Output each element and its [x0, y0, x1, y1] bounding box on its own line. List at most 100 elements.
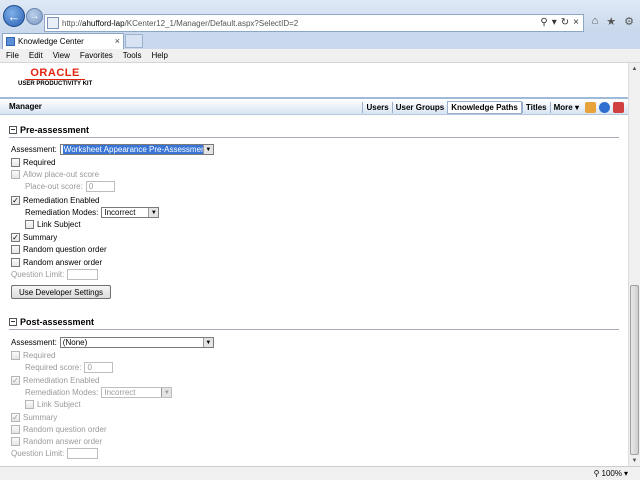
pre-remediation-row[interactable]: ✓ Remediation Enabled — [11, 196, 100, 205]
page-content: ORACLE USER PRODUCTIVITY KIT Manager Use… — [0, 63, 628, 466]
zoom-control[interactable]: ⚲ 100% ▾ — [594, 469, 628, 478]
post-remediation-modes-select[interactable]: Incorrect ▼ — [101, 387, 173, 398]
pre-assessment-select[interactable]: Worksheet Appearance Pre-Assessment ▼ — [59, 144, 214, 155]
post-remediation-modes-row: Remediation Modes: Incorrect ▼ — [25, 387, 173, 398]
pre-placeout-score-row: Place-out score: 0 — [25, 181, 115, 192]
pre-required-row[interactable]: Required — [11, 158, 55, 167]
collapse-icon[interactable]: – — [9, 126, 17, 134]
dropdown-icon[interactable]: ▾ — [552, 17, 557, 28]
pre-link-subject-row[interactable]: Link Subject — [25, 220, 81, 229]
nav-titles[interactable]: Titles — [521, 102, 550, 113]
favicon-icon — [6, 37, 15, 46]
settings-gear-icon[interactable]: ⚙ — [624, 15, 634, 28]
search-icon[interactable]: ⚲ — [540, 17, 547, 28]
pre-random-answer-row[interactable]: Random answer order — [11, 258, 102, 267]
collapse-icon[interactable]: – — [9, 318, 17, 326]
browser-toolbar: ← → http://ahufford-lap/KCenter12_1/Mana… — [0, 0, 640, 32]
forward-button[interactable]: → — [26, 8, 43, 25]
pre-placeout-score-input[interactable]: 0 — [85, 181, 115, 192]
app-header-bar: Manager Users User Groups Knowledge Path… — [0, 97, 628, 115]
pre-allow-placeout-checkbox[interactable] — [11, 170, 20, 179]
menu-favorites[interactable]: Favorites — [80, 51, 113, 60]
post-question-limit-row: Question Limit: — [11, 448, 99, 459]
post-random-answer-checkbox[interactable] — [11, 437, 20, 446]
pre-random-answer-checkbox[interactable] — [11, 258, 20, 267]
close-tab-icon[interactable]: × — [115, 36, 120, 46]
favorites-star-icon[interactable]: ★ — [606, 15, 616, 28]
refresh-icon[interactable]: ↻ — [561, 17, 569, 28]
pre-summary-checkbox[interactable]: ✓ — [11, 233, 20, 242]
menu-edit[interactable]: Edit — [29, 51, 43, 60]
zoom-level: 100% — [601, 469, 622, 478]
pre-random-question-row[interactable]: Random question order — [11, 245, 107, 254]
post-assessment-heading: – Post-assessment — [9, 317, 95, 327]
tab-row: Knowledge Center × — [0, 32, 640, 49]
post-remediation-row[interactable]: ✓ Remediation Enabled — [11, 376, 100, 385]
vertical-scrollbar[interactable]: ▲ ▼ — [628, 63, 640, 466]
page-icon — [47, 17, 59, 29]
zoom-icon: ⚲ — [593, 469, 600, 478]
post-question-limit-input[interactable] — [67, 448, 99, 459]
home-icon[interactable] — [585, 102, 596, 113]
status-bar: ⚲ 100% ▾ — [0, 466, 640, 480]
pre-random-question-checkbox[interactable] — [11, 245, 20, 254]
post-assessment-select[interactable]: (None) ▼ — [59, 337, 214, 348]
menu-view[interactable]: View — [53, 51, 70, 60]
scroll-up-arrow-icon[interactable]: ▲ — [629, 63, 640, 74]
app-nav: Users User Groups Knowledge Paths Titles… — [362, 101, 624, 114]
stop-icon[interactable]: × — [573, 17, 579, 28]
post-assessment-row: Assessment: (None) ▼ — [11, 337, 214, 348]
post-random-answer-row[interactable]: Random answer order — [11, 437, 102, 446]
post-required-score-row: Required score: 0 — [25, 362, 114, 373]
tab-knowledge-center[interactable]: Knowledge Center × — [2, 33, 124, 49]
menu-tools[interactable]: Tools — [123, 51, 142, 60]
pre-remediation-checkbox[interactable]: ✓ — [11, 196, 20, 205]
pre-link-subject-checkbox[interactable] — [25, 220, 34, 229]
back-button[interactable]: ← — [3, 5, 25, 27]
post-summary-checkbox[interactable]: ✓ — [11, 413, 20, 422]
menu-help[interactable]: Help — [151, 51, 167, 60]
nav-user-groups[interactable]: User Groups — [391, 102, 447, 113]
address-bar[interactable]: http://ahufford-lap/KCenter12_1/Manager/… — [44, 14, 584, 32]
use-developer-settings-button[interactable]: Use Developer Settings — [11, 285, 111, 299]
nav-users[interactable]: Users — [362, 102, 391, 113]
pre-remediation-modes-row: Remediation Modes: Incorrect ▼ — [25, 207, 160, 218]
new-tab-button[interactable] — [125, 34, 143, 48]
chevron-down-icon: ▼ — [202, 338, 213, 347]
pre-allow-placeout-row[interactable]: Allow place-out score — [11, 170, 99, 179]
help-icon[interactable] — [599, 102, 610, 113]
post-link-subject-row[interactable]: Link Subject — [25, 400, 81, 409]
post-link-subject-checkbox[interactable] — [25, 400, 34, 409]
menu-file[interactable]: File — [6, 51, 19, 60]
post-required-row[interactable]: Required — [11, 351, 55, 360]
address-tools: ⚲ ▾ ↻ × — [540, 17, 579, 28]
post-summary-row[interactable]: ✓ Summary — [11, 413, 57, 422]
browser-right-icons: ⌂ ★ ⚙ — [592, 15, 634, 28]
divider — [9, 137, 619, 138]
chevron-down-icon: ▾ — [623, 469, 628, 478]
pre-assessment-heading: – Pre-assessment — [9, 125, 90, 135]
pre-question-limit-row: Question Limit: — [11, 269, 99, 280]
post-required-score-input[interactable]: 0 — [84, 362, 114, 373]
app-title: Manager — [9, 102, 42, 111]
post-random-question-row[interactable]: Random question order — [11, 425, 107, 434]
post-random-question-checkbox[interactable] — [11, 425, 20, 434]
logout-icon[interactable] — [613, 102, 624, 113]
chevron-down-icon: ▼ — [148, 208, 159, 217]
scroll-thumb[interactable] — [630, 285, 639, 455]
post-remediation-checkbox[interactable]: ✓ — [11, 376, 20, 385]
pre-required-checkbox[interactable] — [11, 158, 20, 167]
post-required-checkbox[interactable] — [11, 351, 20, 360]
pre-summary-row[interactable]: ✓ Summary — [11, 233, 57, 242]
pre-assessment-row: Assessment: Worksheet Appearance Pre-Ass… — [11, 144, 214, 155]
tab-title: Knowledge Center — [18, 37, 84, 46]
divider — [9, 329, 619, 330]
scroll-down-arrow-icon[interactable]: ▼ — [629, 455, 640, 466]
home-icon[interactable]: ⌂ — [592, 15, 599, 28]
chevron-down-icon: ▼ — [202, 145, 213, 154]
pre-question-limit-input[interactable] — [67, 269, 99, 280]
nav-knowledge-paths[interactable]: Knowledge Paths — [447, 101, 522, 114]
nav-more[interactable]: More ▾ — [549, 102, 582, 113]
pre-remediation-modes-select[interactable]: Incorrect ▼ — [101, 207, 160, 218]
chevron-down-icon: ▾ — [574, 103, 579, 112]
